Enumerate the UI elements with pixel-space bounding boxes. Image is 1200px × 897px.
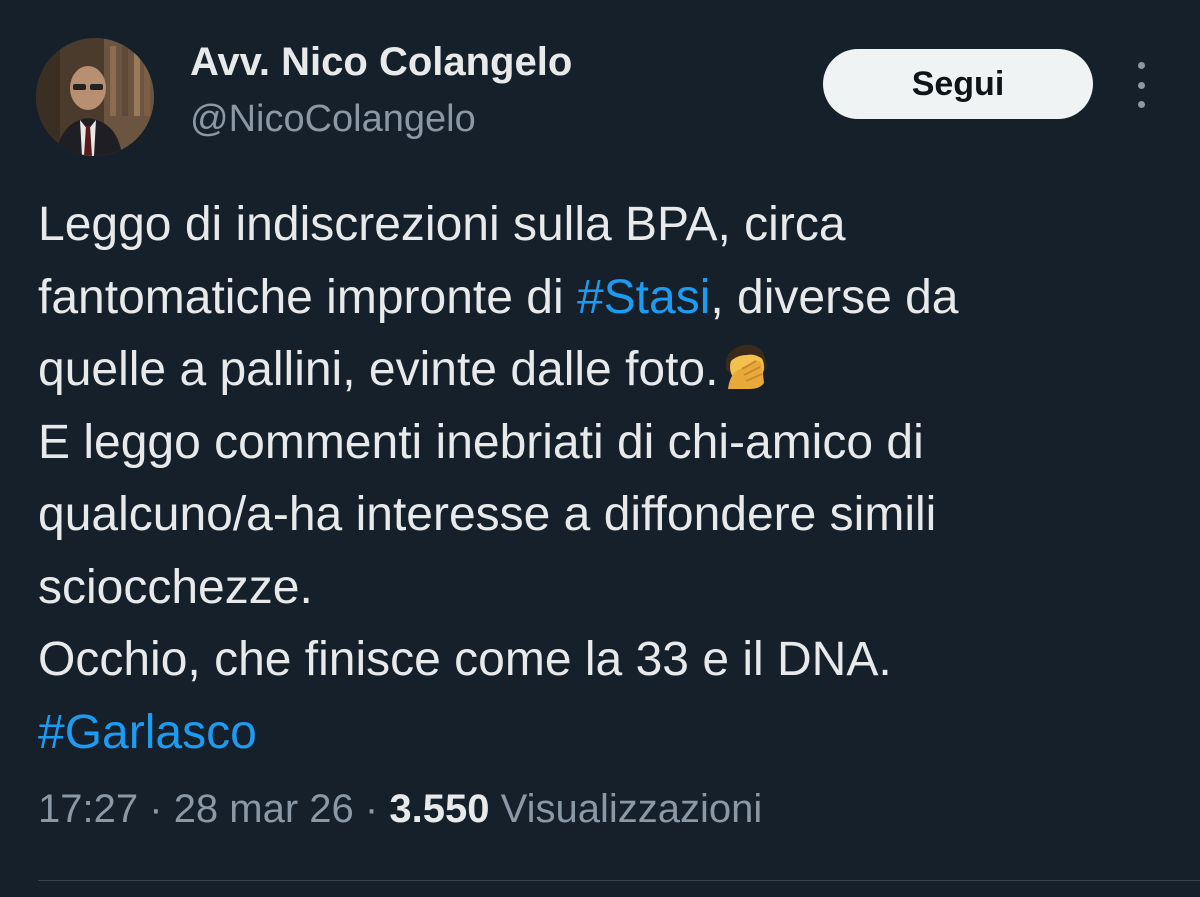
views-count: 3.550 — [389, 787, 490, 831]
hashtag-garlasco-link[interactable]: #Garlasco — [38, 706, 257, 759]
avatar[interactable] — [36, 38, 154, 156]
tweet-text-segment: quelle a pallini, evinte dalle foto. — [38, 343, 719, 396]
more-dot — [1137, 81, 1145, 89]
meta-separator: · — [364, 787, 379, 831]
tweet-line: E leggo commenti inebriati di chi-amico … — [38, 415, 924, 469]
more-dot — [1137, 101, 1145, 108]
more-vertical-icon[interactable] — [1124, 62, 1158, 108]
face-palm-emoji-icon — [726, 344, 768, 389]
divider — [38, 880, 1200, 881]
hashtag-stasi-link[interactable]: #Stasi — [577, 271, 710, 324]
author-display-name[interactable]: Avv. Nico Colangelo — [190, 40, 572, 85]
tweet-line: Leggo di indiscrezioni sulla BPA, circa — [38, 198, 846, 251]
author-handle[interactable]: @NicoColangelo — [190, 98, 476, 141]
tweet-line: Occhio, che finisce come la 33 e il DNA. — [38, 633, 892, 686]
tweet-line: #Garlasco — [38, 697, 1178, 770]
tweet-line: qualcuno/a-ha interesse a diffondere sim… — [38, 488, 937, 541]
tweet-text-segment: , diverse da — [710, 270, 959, 324]
views-label: Visualizzazioni — [500, 787, 763, 831]
follow-button[interactable]: Segui — [823, 49, 1093, 119]
tweet-text-segment: fantomatiche impronte di — [38, 270, 577, 324]
tweet-text: Leggo di indiscrezioni sulla BPA, circa … — [38, 189, 1178, 769]
more-dot — [1137, 62, 1145, 69]
tweet-date[interactable]: 28 mar 26 — [174, 787, 354, 831]
tweet-time[interactable]: 17:27 — [38, 787, 138, 831]
tweet-line: sciocchezze. — [38, 560, 313, 614]
tweet-card: Avv. Nico Colangelo @NicoColangelo Segui… — [0, 0, 1200, 897]
meta-separator: · — [149, 787, 163, 831]
tweet-metadata: 17:27 · 28 mar 26 · 3.550 Visualizzazion… — [38, 787, 762, 832]
avatar-photo — [36, 38, 154, 156]
tweet-line: fantomatiche impronte di #Stasi, diverse… — [38, 262, 1178, 335]
tweet-line: quelle a pallini, evinte dalle foto. — [38, 334, 1178, 407]
